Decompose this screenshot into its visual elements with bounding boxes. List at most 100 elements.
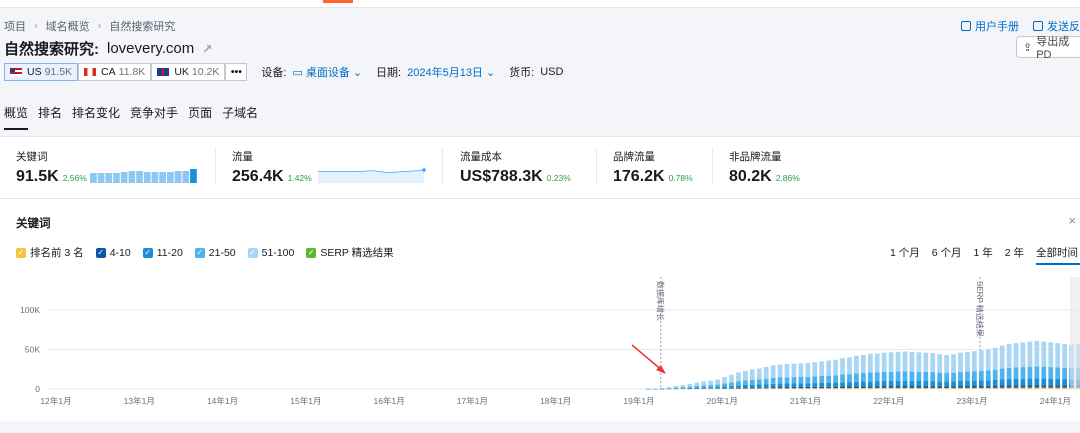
chart-bar[interactable]	[1020, 378, 1026, 386]
chart-bar[interactable]	[826, 360, 832, 376]
chart-bar[interactable]	[819, 388, 825, 389]
chart-bar[interactable]	[888, 380, 894, 387]
chart-bar[interactable]	[1062, 343, 1067, 368]
chart-bar[interactable]	[860, 387, 866, 389]
chart-bar[interactable]	[749, 388, 755, 389]
chart-bar[interactable]	[680, 387, 686, 389]
chart-bar[interactable]	[916, 386, 922, 388]
chart-bar[interactable]	[826, 386, 832, 389]
chart-bar[interactable]	[881, 386, 887, 388]
chart-bar[interactable]	[840, 358, 845, 375]
chart-bar[interactable]	[833, 359, 838, 376]
chart-bar[interactable]	[784, 387, 790, 389]
tab-position-changes[interactable]: 排名变化	[72, 104, 120, 130]
chart-bar[interactable]	[1048, 385, 1054, 388]
chart-bar[interactable]	[736, 372, 741, 382]
breadcrumb-item-domain-overview[interactable]: 域名概览	[46, 18, 90, 34]
metric-branded-traffic[interactable]: 品牌流量 176.2K 0.78%	[613, 149, 693, 186]
chart-bar[interactable]	[978, 385, 984, 388]
chart-bar[interactable]	[999, 385, 1005, 388]
chart-bar[interactable]	[978, 387, 984, 389]
chart-bar[interactable]	[1006, 379, 1012, 386]
chart-bar[interactable]	[944, 355, 949, 374]
chart-bar[interactable]	[958, 387, 963, 389]
chart-bar[interactable]	[833, 388, 838, 389]
chart-bar[interactable]	[944, 373, 949, 382]
chart-bar[interactable]	[923, 387, 929, 389]
chart-bar[interactable]	[985, 370, 991, 381]
external-link-icon[interactable]: ↗	[202, 42, 212, 56]
chart-bar[interactable]	[1027, 387, 1033, 389]
chart-bar[interactable]	[729, 385, 734, 388]
chart-bar[interactable]	[1020, 387, 1026, 389]
breadcrumb-item-projects[interactable]: 项目	[4, 18, 26, 34]
more-databases-button[interactable]: •••	[225, 63, 248, 81]
chart-bar[interactable]	[770, 377, 776, 384]
chart-bar[interactable]	[1055, 378, 1061, 386]
chart-bar[interactable]	[895, 387, 901, 389]
chart-bar[interactable]	[937, 386, 943, 388]
chart-bar[interactable]	[819, 382, 825, 387]
chart-bar[interactable]	[923, 352, 929, 372]
chart-bar[interactable]	[867, 386, 873, 388]
chart-bar[interactable]	[895, 386, 901, 388]
chart-bar[interactable]	[715, 386, 720, 389]
chart-bar[interactable]	[958, 371, 963, 382]
chart-bar[interactable]	[736, 381, 741, 386]
period-all-time[interactable]: 全部时间	[1036, 245, 1080, 265]
chart-bar[interactable]	[978, 350, 984, 371]
chart-bar[interactable]	[729, 374, 734, 383]
chart-bar[interactable]	[770, 383, 776, 388]
chart-bar[interactable]	[951, 386, 956, 388]
chart-bar[interactable]	[756, 387, 762, 389]
chart-bar[interactable]	[680, 388, 686, 389]
chart-bar[interactable]	[958, 381, 963, 387]
chart-bar[interactable]	[819, 376, 825, 383]
chart-bar[interactable]	[694, 386, 700, 388]
chart-bar[interactable]	[722, 386, 727, 389]
chart-bar[interactable]	[791, 383, 797, 387]
chart-bar[interactable]	[840, 388, 845, 389]
chart-bar[interactable]	[1027, 378, 1033, 386]
chart-bar[interactable]	[673, 385, 679, 388]
chart-bar[interactable]	[805, 383, 811, 387]
chart-bar[interactable]	[881, 371, 887, 382]
chart-bar[interactable]	[1062, 385, 1067, 388]
chart-bar[interactable]	[729, 387, 734, 389]
chart-bar[interactable]	[874, 387, 880, 389]
chart-bar[interactable]	[840, 374, 845, 383]
tab-pages[interactable]: 页面	[188, 104, 212, 130]
chart-bar[interactable]	[999, 379, 1005, 386]
chart-bar[interactable]	[749, 387, 755, 389]
chart-bar[interactable]	[1006, 385, 1012, 388]
chart-bar[interactable]	[833, 375, 838, 383]
chart-bar[interactable]	[743, 388, 748, 389]
chart-bar[interactable]	[992, 347, 998, 370]
chart-bar[interactable]	[1006, 387, 1012, 389]
chart-bar[interactable]	[999, 368, 1005, 380]
chart-bar[interactable]	[1006, 343, 1012, 368]
chart-bar[interactable]	[985, 380, 991, 386]
chart-bar[interactable]	[958, 386, 963, 388]
chart-bar[interactable]	[888, 386, 894, 388]
chart-bar[interactable]	[999, 387, 1005, 389]
chart-bar[interactable]	[965, 351, 970, 372]
chart-bar[interactable]	[687, 383, 693, 387]
chart-bar[interactable]	[1041, 366, 1047, 379]
legend-item-top3[interactable]: ✓ 排名前 3 名	[16, 245, 84, 260]
metric-traffic-cost[interactable]: 流量成本 US$788.3K 0.23%	[460, 149, 571, 186]
chart-bar[interactable]	[888, 387, 894, 389]
chart-bar[interactable]	[847, 388, 852, 389]
chart-bar[interactable]	[944, 386, 949, 388]
chart-bar[interactable]	[743, 387, 748, 389]
legend-item-4-10[interactable]: ✓ 4-10	[95, 245, 131, 260]
chart-bar[interactable]	[951, 381, 956, 387]
period-2-years[interactable]: 2 年	[1005, 245, 1024, 265]
chart-bar[interactable]	[881, 381, 887, 387]
chart-bar[interactable]	[847, 374, 852, 383]
chart-bar[interactable]	[777, 377, 783, 384]
chart-bar[interactable]	[881, 352, 887, 372]
chart-bar[interactable]	[944, 381, 949, 387]
chart-bar[interactable]	[819, 361, 825, 377]
chart-bar[interactable]	[888, 371, 894, 381]
